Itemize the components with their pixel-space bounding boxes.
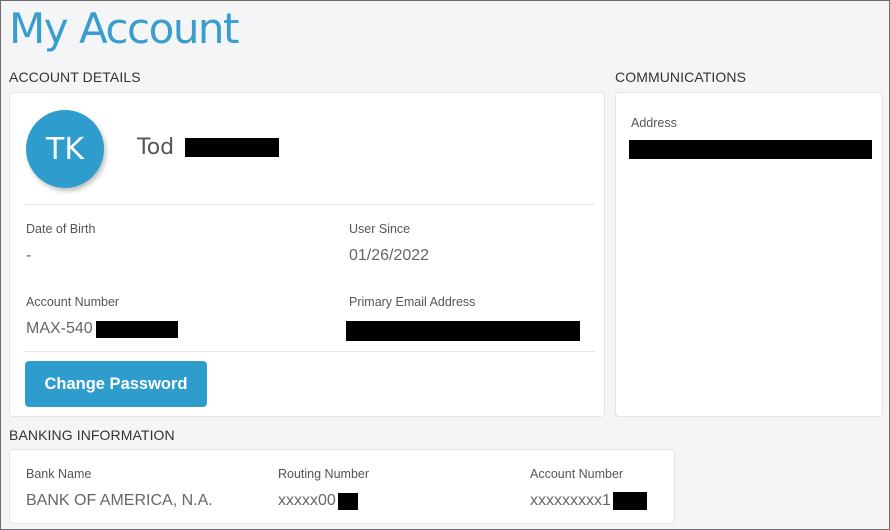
banking-heading: BANKING INFORMATION — [9, 427, 175, 443]
user-name: Tod — [137, 135, 280, 160]
bank-name-label: Bank Name — [26, 467, 92, 481]
account-number-label: Account Number — [26, 295, 120, 309]
dob-value: - — [26, 247, 31, 265]
account-number-prefix: MAX-540 — [26, 320, 93, 337]
page-title: My Account — [9, 4, 240, 53]
banking-card: Bank Name BANK OF AMERICA, N.A. Routing … — [9, 449, 675, 524]
bank-account-number-label: Account Number — [530, 467, 624, 481]
change-password-button[interactable]: Change Password — [25, 361, 207, 407]
communications-card: Address — [615, 92, 883, 417]
communications-heading: COMMUNICATIONS — [615, 69, 747, 85]
redacted-routing-number — [337, 492, 358, 510]
email-value — [346, 321, 580, 341]
bank-name-value: BANK OF AMERICA, N.A. — [26, 492, 213, 510]
account-details-card: TK Tod Date of Birth - User Since 01/26/… — [9, 92, 605, 417]
bank-account-number-prefix: xxxxxxxxx1 — [530, 492, 611, 509]
redacted-account-number — [95, 320, 178, 338]
address-label: Address — [631, 116, 677, 130]
account-number-value: MAX-540 — [26, 320, 178, 338]
redacted-address — [629, 140, 872, 159]
avatar: TK — [26, 110, 104, 188]
email-label: Primary Email Address — [349, 295, 476, 309]
user-since-value-text: 01/26/2022 — [349, 247, 430, 264]
dob-value-text: - — [26, 247, 32, 264]
divider — [25, 204, 595, 205]
divider — [25, 351, 595, 352]
dob-label: Date of Birth — [26, 222, 96, 236]
routing-number-value: xxxxx00 — [278, 492, 358, 510]
routing-number-label: Routing Number — [278, 467, 370, 481]
redacted-email — [346, 321, 580, 341]
user-since-label: User Since — [349, 222, 411, 236]
redacted-last-name — [185, 138, 280, 157]
bank-name-value-text: BANK OF AMERICA, N.A. — [26, 492, 213, 509]
avatar-initials: TK — [46, 131, 84, 167]
account-details-heading: ACCOUNT DETAILS — [9, 69, 141, 85]
user-since-value: 01/26/2022 — [349, 247, 429, 265]
redacted-bank-account-number — [612, 492, 647, 510]
routing-number-prefix: xxxxx00 — [278, 492, 336, 509]
bank-account-number-value: xxxxxxxxx1 — [530, 492, 647, 510]
user-first-name: Tod — [137, 135, 175, 160]
